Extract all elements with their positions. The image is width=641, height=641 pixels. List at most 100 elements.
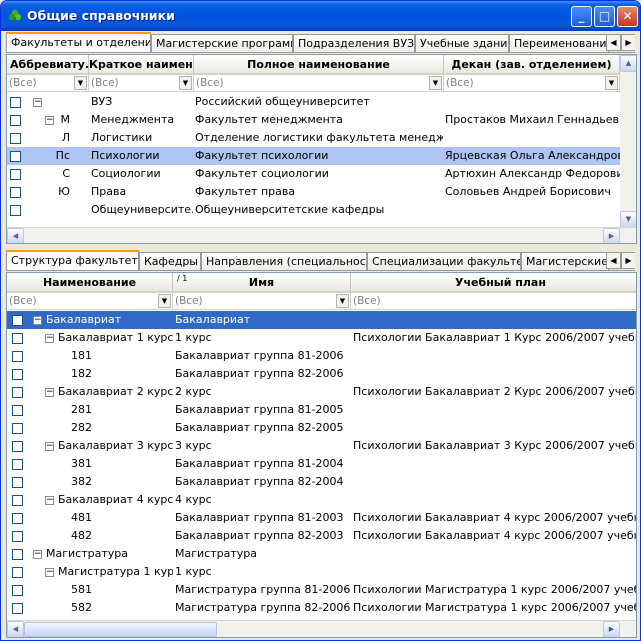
tab-specializations[interactable]: Специализации факультета — [367, 252, 521, 270]
row-checkbox[interactable] — [12, 315, 23, 326]
dropdown-arrow-icon[interactable]: ▼ — [429, 76, 442, 90]
row-checkbox[interactable] — [10, 205, 21, 216]
column-header-plan[interactable]: Учебный план — [351, 273, 636, 293]
tab-master-programs-bottom[interactable]: Магистерские п — [521, 252, 609, 270]
row-checkbox[interactable] — [12, 531, 23, 542]
title-bar[interactable]: Общие справочники _ □ ✕ — [1, 1, 640, 31]
dropdown-arrow-icon[interactable]: ▼ — [605, 76, 618, 90]
tab-scroll-left-button[interactable]: ◀ — [606, 252, 621, 269]
tree-expander-icon[interactable]: − — [45, 334, 54, 343]
tree-expander-icon[interactable]: − — [45, 496, 54, 505]
table-row[interactable]: Общеуниверсите... Общеуниверситетские каф… — [7, 201, 620, 219]
minimize-button[interactable]: _ — [571, 6, 592, 27]
tree-expander-icon[interactable]: − — [33, 316, 42, 325]
horizontal-scrollbar-top[interactable]: ◀ ▶ — [7, 227, 636, 243]
filter-plan[interactable]: (Все) — [351, 293, 636, 310]
dropdown-arrow-icon[interactable]: ▼ — [179, 76, 192, 90]
scroll-left-button[interactable]: ◀ — [7, 228, 24, 243]
tab-scroll-right-button[interactable]: ▶ — [621, 252, 635, 269]
row-checkbox[interactable] — [12, 495, 23, 506]
table-row[interactable]: − ВУЗ Российский общеуниверситет — [7, 93, 620, 111]
tab-university-units[interactable]: Подразделения ВУЗа — [293, 34, 415, 52]
row-checkbox[interactable] — [10, 97, 21, 108]
tab-scroll-right-button[interactable]: ▶ — [621, 34, 635, 51]
row-checkbox[interactable] — [12, 333, 23, 344]
row-checkbox[interactable] — [12, 351, 23, 362]
tab-renamings[interactable]: Переименования В — [509, 34, 609, 52]
column-header-dean[interactable]: Декан (зав. отделением) — [444, 55, 620, 75]
table-row[interactable]: 281 Бакалавриат группа 81-2005 — [7, 401, 636, 419]
row-checkbox[interactable] — [12, 405, 23, 416]
table-row[interactable]: − М Менеджмента Факультет менеджмента Проста… — [7, 111, 620, 129]
table-row[interactable]: − Магистратура Магистратура — [7, 545, 636, 563]
row-checkbox[interactable] — [12, 459, 23, 470]
scroll-left-button[interactable]: ◀ — [7, 621, 24, 637]
tab-buildings[interactable]: Учебные здания — [415, 34, 509, 52]
row-checkbox[interactable] — [10, 115, 21, 126]
column-header-name[interactable]: Наименование — [7, 273, 173, 293]
table-row[interactable]: С Социологии Факультет социологии Артюхин А… — [7, 165, 620, 183]
table-row[interactable]: 582 Магистратура группа 82-2006 Психологии… — [7, 599, 636, 617]
row-checkbox[interactable] — [10, 133, 21, 144]
table-row[interactable]: Пс Психологии Факультет психологии Ярцевска… — [7, 147, 620, 165]
row-checkbox[interactable] — [12, 387, 23, 398]
table-row[interactable]: Л Логистики Отделение логистики факультета… — [7, 129, 620, 147]
table-row[interactable]: 282 Бакалавриат группа 82-2005 — [7, 419, 636, 437]
tree-expander-icon[interactable]: − — [45, 568, 54, 577]
filter-iname[interactable]: (Все) ▼ — [173, 293, 351, 310]
table-row[interactable]: − Магистратура 1 курс 1 курс — [7, 563, 636, 581]
table-row[interactable]: 382 Бакалавриат группа 82-2004 — [7, 473, 636, 491]
table-row[interactable]: − Бакалавриат Бакалавриат — [7, 311, 636, 329]
vertical-scrollbar-top[interactable]: ▲ ▼ — [620, 55, 636, 228]
table-row[interactable]: 181 Бакалавриат группа 81-2006 — [7, 347, 636, 365]
row-checkbox[interactable] — [12, 477, 23, 488]
filter-full-name[interactable]: (Все) ▼ — [194, 75, 444, 92]
tab-faculties[interactable]: Факультеты и отделения — [6, 32, 151, 52]
scroll-right-button[interactable]: ▶ — [603, 621, 620, 637]
filter-short-name[interactable]: (Все) ▼ — [89, 75, 194, 92]
tab-scroll-left-button[interactable]: ◀ — [606, 34, 621, 51]
row-checkbox[interactable] — [12, 441, 23, 452]
table-row[interactable]: − Бакалавриат 2 курс 2 курс Психологии Бака… — [7, 383, 636, 401]
tree-expander-icon[interactable]: − — [45, 388, 54, 397]
column-header-full-name[interactable]: Полное наименование — [194, 55, 444, 75]
filter-name[interactable]: (Все) ▼ — [7, 293, 173, 310]
tree-expander-icon[interactable]: − — [45, 442, 54, 451]
scroll-up-button[interactable]: ▲ — [620, 55, 636, 72]
row-checkbox[interactable] — [12, 603, 23, 614]
row-checkbox[interactable] — [10, 151, 21, 162]
dropdown-arrow-icon[interactable]: ▼ — [158, 294, 171, 308]
horizontal-scrollbar-bottom[interactable]: ◀ ▶ — [7, 620, 636, 637]
row-checkbox[interactable] — [10, 187, 21, 198]
table-row[interactable]: 381 Бакалавриат группа 81-2004 — [7, 455, 636, 473]
scroll-right-button[interactable]: ▶ — [603, 228, 620, 243]
tab-faculty-structure[interactable]: Структура факультета — [6, 250, 139, 270]
row-checkbox[interactable] — [12, 567, 23, 578]
table-row[interactable]: − Бакалавриат 1 курс 1 курс Психологии Бака… — [7, 329, 636, 347]
table-row[interactable]: 481 Бакалавриат группа 81-2003 Психологии … — [7, 509, 636, 527]
filter-abbr[interactable]: (Все) ▼ — [7, 75, 89, 92]
row-checkbox[interactable] — [12, 423, 23, 434]
tab-departments[interactable]: Кафедры — [139, 252, 201, 270]
row-checkbox[interactable] — [10, 169, 21, 180]
filter-dean[interactable]: (Все) ▼ — [444, 75, 620, 92]
tree-expander-icon[interactable]: − — [33, 550, 42, 559]
row-checkbox[interactable] — [12, 585, 23, 596]
row-checkbox[interactable] — [12, 549, 23, 560]
tab-master-programs[interactable]: Магистерские программы — [151, 34, 293, 52]
row-checkbox[interactable] — [12, 513, 23, 524]
close-button[interactable]: ✕ — [617, 6, 638, 27]
table-row[interactable]: 482 Бакалавриат группа 82-2003 Психологии … — [7, 527, 636, 545]
dropdown-arrow-icon[interactable]: ▼ — [74, 76, 87, 90]
dropdown-arrow-icon[interactable]: ▼ — [336, 294, 349, 308]
table-row[interactable]: − Бакалавриат 4 курс 4 курс — [7, 491, 636, 509]
scroll-down-button[interactable]: ▼ — [620, 211, 636, 228]
table-row[interactable]: 581 Магистратура группа 81-2006 Психологии… — [7, 581, 636, 599]
row-checkbox[interactable] — [12, 369, 23, 380]
table-row[interactable]: − Бакалавриат 3 курс 3 курс Психологии Бака… — [7, 437, 636, 455]
column-header-abbr[interactable]: Аббревиату... — [7, 55, 89, 75]
table-row[interactable]: 182 Бакалавриат группа 82-2006 — [7, 365, 636, 383]
scroll-thumb[interactable] — [24, 622, 217, 637]
table-row[interactable]: Ю Права Факультет права Соловьев Андрей Бор… — [7, 183, 620, 201]
column-header-short-name[interactable]: Краткое наимен... — [89, 55, 194, 75]
